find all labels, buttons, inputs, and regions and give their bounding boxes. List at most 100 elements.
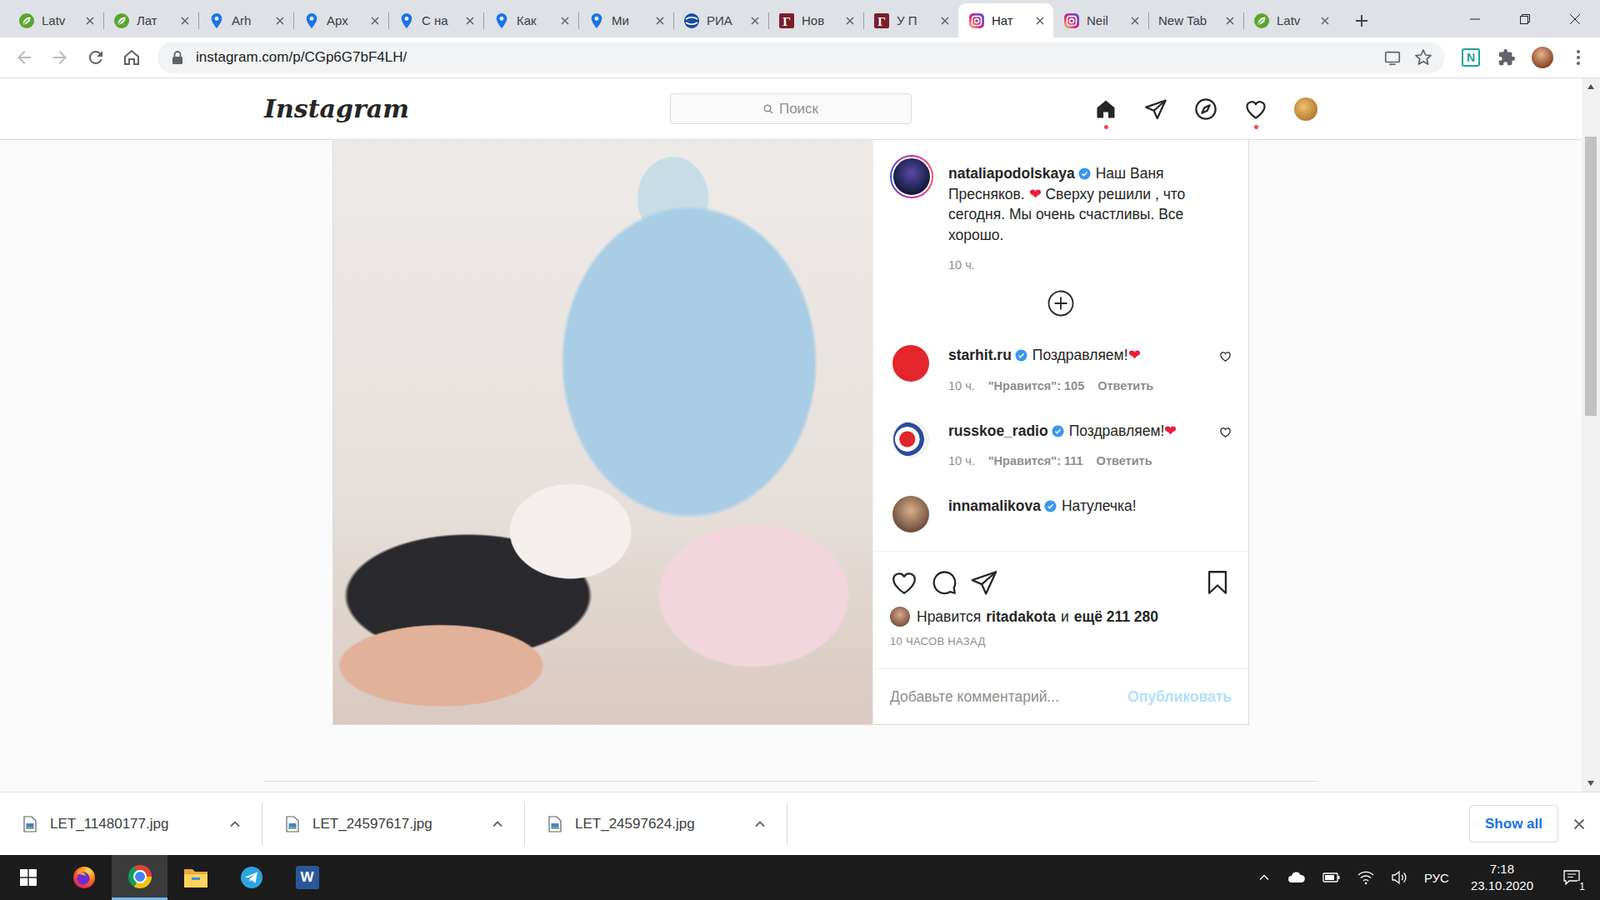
reply-button[interactable]: Ответить <box>1096 454 1153 468</box>
heart-icon[interactable] <box>1219 425 1232 439</box>
close-icon[interactable] <box>558 14 572 28</box>
forward-button[interactable] <box>45 42 75 73</box>
profile-button[interactable] <box>1527 42 1558 73</box>
close-window-button[interactable] <box>1550 0 1600 38</box>
commenter-avatar[interactable] <box>892 420 930 458</box>
bookmark-icon[interactable] <box>1203 568 1232 597</box>
close-icon[interactable] <box>1223 14 1237 28</box>
comment-input[interactable]: Добавьте комментарий... <box>890 688 1060 706</box>
instagram-logo[interactable]: Instagram <box>264 94 410 124</box>
close-icon[interactable] <box>843 14 857 28</box>
clock[interactable]: 7:1823.10.2020 <box>1465 860 1539 895</box>
taskbar-app[interactable] <box>111 855 168 900</box>
cast-icon[interactable] <box>1383 48 1402 67</box>
address-bar[interactable]: instagram.com/p/CGp6G7bF4LH/ <box>157 41 1445 74</box>
reply-button[interactable]: Ответить <box>1097 379 1154 393</box>
chevron-up-icon[interactable] <box>490 817 505 831</box>
close-icon[interactable] <box>1318 14 1332 28</box>
home-button[interactable] <box>116 42 147 73</box>
plus-circle-icon[interactable] <box>1047 290 1075 317</box>
browser-tab[interactable]: Latv <box>1243 3 1339 38</box>
browser-tab[interactable]: Нат <box>958 3 1054 38</box>
browser-tab[interactable]: Арх <box>293 3 389 38</box>
browser-tab[interactable]: С на <box>388 3 484 38</box>
close-icon[interactable] <box>273 14 287 28</box>
liker-name[interactable]: ritadakota <box>985 608 1056 626</box>
download-item[interactable]: LET_11480177.jpg <box>0 802 263 846</box>
taskbar-app[interactable] <box>55 855 112 900</box>
wifi-icon[interactable] <box>1357 870 1375 885</box>
scroll-thumb[interactable] <box>1585 136 1597 416</box>
star-icon[interactable] <box>1413 47 1434 68</box>
scrollbar[interactable] <box>1581 78 1600 792</box>
commenter-name[interactable]: russkoe_radio <box>948 422 1049 440</box>
browser-tab[interactable]: Latv <box>8 3 104 38</box>
cloud-icon[interactable] <box>1287 870 1306 885</box>
author-name[interactable]: nataliapodolskaya <box>948 165 1075 182</box>
commenter-avatar[interactable] <box>892 495 930 533</box>
likes-count[interactable]: ещё 211 280 <box>1074 608 1159 626</box>
chevron-up-icon[interactable] <box>753 817 767 831</box>
author-avatar[interactable] <box>890 155 934 199</box>
comment-likes[interactable]: "Нравится": 111 <box>988 454 1084 468</box>
commenter-avatar[interactable] <box>892 345 930 382</box>
menu-button[interactable] <box>1563 42 1594 73</box>
scroll-down-icon[interactable] <box>1586 780 1595 787</box>
close-icon[interactable] <box>653 14 667 28</box>
browser-tab[interactable]: Ми <box>578 3 674 38</box>
action-center-button[interactable]: 1 <box>1555 869 1589 886</box>
reload-button[interactable] <box>80 42 111 73</box>
publish-button[interactable]: Опубликовать <box>1127 688 1232 706</box>
chevron-up-icon[interactable] <box>1257 870 1271 885</box>
close-icon[interactable] <box>1033 14 1047 28</box>
extensions-button[interactable] <box>1491 42 1522 73</box>
nav-item[interactable] <box>1294 97 1318 121</box>
taskbar-app[interactable]: W <box>279 855 335 900</box>
back-button[interactable] <box>9 42 40 73</box>
browser-tab[interactable]: РИА <box>673 3 769 38</box>
chevron-up-icon[interactable] <box>228 817 242 831</box>
paper-plane-icon[interactable] <box>970 568 999 597</box>
nav-item[interactable] <box>1094 97 1118 121</box>
nav-item[interactable] <box>1244 97 1268 121</box>
download-item[interactable]: LET_24597624.jpg <box>525 802 788 846</box>
close-icon[interactable] <box>83 14 97 28</box>
close-icon[interactable] <box>463 14 477 28</box>
minimize-button[interactable] <box>1450 0 1500 38</box>
post-photo[interactable] <box>333 140 873 725</box>
commenter-name[interactable]: innamalikova <box>948 497 1041 515</box>
browser-tab[interactable]: ГУ П <box>863 3 959 38</box>
nav-item[interactable] <box>1144 97 1168 121</box>
search-field[interactable]: Поиск <box>670 93 912 125</box>
taskbar-app[interactable] <box>167 855 224 900</box>
close-icon[interactable] <box>748 14 762 28</box>
heart-icon[interactable] <box>890 568 919 597</box>
download-item[interactable]: LET_24597617.jpg <box>262 802 525 846</box>
show-all-button[interactable]: Show all <box>1469 805 1559 843</box>
scroll-up-icon[interactable] <box>1586 83 1595 90</box>
browser-tab[interactable]: Лат <box>103 3 199 38</box>
browser-tab[interactable]: Arh <box>198 3 294 38</box>
input-language[interactable]: РУС <box>1424 870 1450 885</box>
volume-icon[interactable] <box>1390 870 1408 885</box>
commenter-name[interactable]: starhit.ru <box>948 346 1012 364</box>
start-button[interactable] <box>0 855 56 900</box>
close-icon[interactable] <box>938 14 952 28</box>
browser-tab[interactable]: Neil <box>1053 3 1149 38</box>
close-downloads-button[interactable] <box>1558 818 1600 830</box>
close-icon[interactable] <box>178 14 192 28</box>
heart-icon[interactable] <box>1219 350 1232 363</box>
browser-tab[interactable]: ГНов <box>768 3 864 38</box>
extension-button[interactable]: N <box>1455 42 1486 73</box>
browser-tab[interactable]: New Tab <box>1148 3 1244 38</box>
new-tab-button[interactable] <box>1345 3 1379 38</box>
nav-item[interactable] <box>1194 97 1218 121</box>
restore-button[interactable] <box>1500 0 1550 38</box>
battery-icon[interactable] <box>1322 870 1341 885</box>
close-icon[interactable] <box>1128 14 1142 28</box>
close-icon[interactable] <box>368 14 382 28</box>
comment-bubble-icon[interactable] <box>930 568 959 597</box>
taskbar-app[interactable] <box>223 855 280 900</box>
comment-likes[interactable]: "Нравится": 105 <box>988 379 1085 393</box>
browser-tab[interactable]: Как <box>483 3 579 38</box>
